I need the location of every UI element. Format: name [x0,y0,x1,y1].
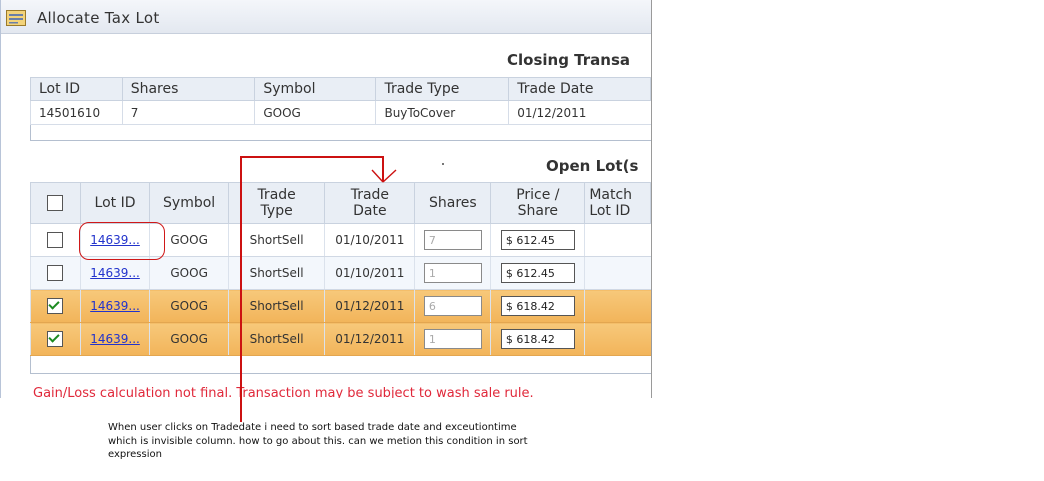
trade-type-cell: ShortSell [227,256,325,290]
row-checkbox[interactable] [47,331,64,347]
shares-cell: 7 [414,223,491,257]
price-cell: $ 612.45 [490,223,585,257]
col-trade-date[interactable]: Trade Date [508,77,651,101]
annotation-line-vertical [240,156,242,422]
table-row: 14501610 7 GOOG BuyToCover 01/12/2011 [30,100,651,125]
shares-input[interactable]: 1 [423,329,482,349]
shares-input[interactable]: 1 [423,263,482,283]
annotation-note: When user clicks on Tradedate i need to … [108,422,528,460]
select-all-checkbox[interactable] [47,195,64,211]
closing-trade-date: 01/12/2011 [508,100,651,125]
match-lot-cell [584,223,651,257]
form-icon [6,10,26,26]
price-input[interactable]: $ 612.45 [500,263,575,283]
table-row: 14639... GOOG ShortSell 01/12/2011 1 $ 6… [30,322,651,356]
symbol-cell: GOOG [149,322,229,356]
panel-title: Allocate Tax Lot [37,9,160,27]
closing-lot-id: 14501610 [30,100,123,125]
trade-date-line-2: Date [353,203,387,219]
match-lot-cell [584,256,651,290]
shares-input[interactable]: 6 [423,296,482,316]
annotation-line-horizontal [240,156,383,158]
row-select-cell [30,289,81,323]
trade-type-line-2: Type [260,203,293,219]
trade-date-cell: 01/10/2011 [324,223,415,257]
closing-symbol: GOOG [254,100,376,125]
price-cell: $ 612.45 [490,256,585,290]
symbol-cell: GOOG [149,256,229,290]
row-checkbox[interactable] [47,265,64,281]
trade-type-line-1: Trade [257,187,296,203]
col-symbol[interactable]: Symbol [254,77,377,101]
trade-type-cell: ShortSell [227,289,325,323]
match-lot-cell [584,322,651,356]
table-row: 14639... GOOG ShortSell 01/10/2011 1 $ 6… [30,256,651,290]
price-line-2: Share [517,203,559,219]
shares-cell: 1 [414,322,491,356]
trade-date-line-1: Trade [350,187,390,203]
col-match-lot-id[interactable]: Match Lot ID [584,182,651,224]
price-cell: $ 618.42 [490,322,585,356]
lot-id-cell: 14639... [79,322,150,356]
shares-cell: 1 [414,256,491,290]
price-cell: $ 618.42 [490,289,585,323]
row-select-cell [30,256,81,290]
closing-shares: 7 [121,100,255,125]
col-shares[interactable]: Shares [414,182,492,224]
lot-id-cell: 14639... [79,289,150,323]
match-line-2: Lot ID [589,203,631,219]
closing-transaction-title: Closing Transa [507,51,630,69]
col-symbol[interactable]: Symbol [149,182,229,224]
price-input[interactable]: $ 618.42 [500,296,575,316]
symbol-cell: GOOG [149,289,229,323]
row-checkbox[interactable] [47,298,64,314]
trade-date-cell: 01/12/2011 [324,289,415,323]
wash-sale-warning: Gain/Loss calculation not final. Transac… [33,386,534,398]
panel-title-bar: Allocate Tax Lot [1,0,651,34]
col-shares[interactable]: Shares [121,77,256,101]
col-trade-type[interactable]: Trade Type [375,77,510,101]
lot-id-link[interactable]: 14639... [90,299,140,313]
shares-input[interactable]: 7 [423,230,482,250]
lot-id-link[interactable]: 14639... [90,266,140,280]
match-line-1: Match [589,187,633,203]
row-checkbox[interactable] [47,232,64,248]
annotation-arrow-icon [371,169,397,183]
trade-date-cell: 01/10/2011 [324,256,415,290]
allocate-tax-lot-panel: Allocate Tax Lot Closing Transa Lot ID S… [0,0,652,398]
col-lot-id[interactable]: Lot ID [79,182,151,224]
match-lot-cell [584,289,651,323]
lot-id-link[interactable]: 14639... [90,332,140,346]
col-trade-type[interactable]: Trade Type [227,182,326,224]
stray-dot [442,163,444,165]
open-lots-table: Lot ID Symbol Trade Type Trade Date Shar… [30,182,651,356]
row-select-cell [30,223,81,257]
lot-id-cell: 14639... [79,256,150,290]
shares-cell: 6 [414,289,491,323]
select-all-header [30,182,81,224]
trade-type-cell: ShortSell [227,223,325,257]
col-lot-id[interactable]: Lot ID [30,77,123,101]
open-lots-title: Open Lot(s [546,157,639,175]
trade-date-cell: 01/12/2011 [324,322,415,356]
col-price-share[interactable]: Price / Share [490,182,586,224]
row-select-cell [30,322,81,356]
table-row: 14639... GOOG ShortSell 01/12/2011 6 $ 6… [30,289,651,323]
price-input[interactable]: $ 612.45 [500,230,575,250]
price-input[interactable]: $ 618.42 [500,329,575,349]
trade-type-cell: ShortSell [227,322,325,356]
closing-trade-type: BuyToCover [375,100,509,125]
col-trade-date[interactable]: Trade Date [324,182,416,224]
lot-id-highlight-circle [79,222,165,260]
closing-transaction-table: Lot ID Shares Symbol Trade Type Trade Da… [30,77,651,125]
price-line-1: Price / [516,187,560,203]
